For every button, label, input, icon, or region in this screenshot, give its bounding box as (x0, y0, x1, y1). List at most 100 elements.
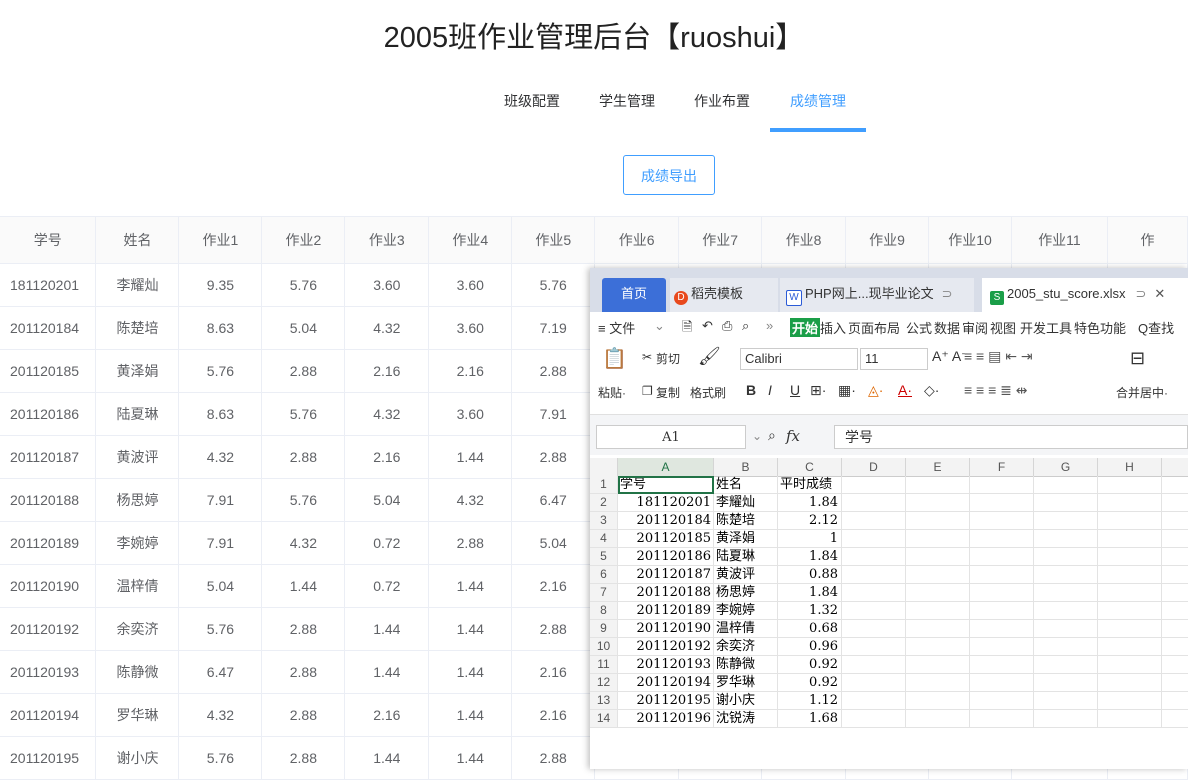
select-all-corner[interactable] (590, 458, 618, 476)
row-number[interactable]: 1 (590, 476, 618, 493)
border-icon[interactable]: ⊞· (810, 382, 826, 399)
sheet-cell[interactable]: 李婉婷 (714, 602, 778, 619)
tab-class-config[interactable]: 班级配置 (503, 90, 561, 130)
sheet-cell[interactable]: 1.84 (778, 494, 842, 511)
column-header-g[interactable]: G (1034, 458, 1098, 476)
column-header-e[interactable]: E (906, 458, 970, 476)
sheet-cell[interactable] (906, 494, 970, 511)
sheet-cell[interactable] (906, 638, 970, 655)
align-horizontal-icons[interactable]: ≡ ≡ ≡ ≣ ⇹ (964, 382, 1028, 399)
sheet-cell[interactable] (842, 530, 906, 547)
cut-button[interactable]: 剪切 (656, 350, 680, 367)
file-menu[interactable]: ≡ 文件 (598, 318, 635, 337)
sheet-cell[interactable]: 201120186 (618, 548, 714, 565)
sheet-cell[interactable] (906, 530, 970, 547)
sheet-cell[interactable]: 1.68 (778, 710, 842, 727)
ribbon-tab-start[interactable]: 开始 (790, 318, 821, 337)
sheet-cell[interactable] (906, 566, 970, 583)
sheet-cell[interactable] (1098, 674, 1162, 691)
sheet-cell[interactable] (842, 692, 906, 709)
sheet-cell[interactable]: 余奕济 (714, 638, 778, 655)
row-number[interactable]: 4 (590, 530, 618, 547)
sheet-cell[interactable]: 201120188 (618, 584, 714, 601)
sheet-cell[interactable] (1034, 638, 1098, 655)
sheet-cell[interactable] (970, 512, 1034, 529)
sheet-cell[interactable]: 201120195 (618, 692, 714, 709)
sheet-cell[interactable] (906, 584, 970, 601)
sheet-cell[interactable] (970, 692, 1034, 709)
row-number[interactable]: 9 (590, 620, 618, 637)
sheet-cell[interactable] (842, 656, 906, 673)
sheet-cell[interactable]: 罗华琳 (714, 674, 778, 691)
wps-tab-home[interactable]: 首页 (602, 278, 666, 312)
sheet-cell[interactable] (842, 602, 906, 619)
sheet-cell[interactable] (842, 566, 906, 583)
sheet-cell[interactable] (842, 674, 906, 691)
row-number[interactable]: 13 (590, 692, 618, 709)
sheet-cell[interactable] (1098, 566, 1162, 583)
underline-icon[interactable]: U (790, 382, 800, 398)
sheet-cell[interactable] (1034, 494, 1098, 511)
zoom-function-icon[interactable]: ⌕ (768, 427, 776, 444)
highlight-icon[interactable]: ◬· (868, 382, 883, 399)
sheet-cell[interactable] (1034, 566, 1098, 583)
sheet-cell[interactable] (906, 512, 970, 529)
preview-icon[interactable]: ⌕ (742, 318, 749, 334)
sheet-cell[interactable]: 0.96 (778, 638, 842, 655)
sheet-cell[interactable] (1098, 584, 1162, 601)
column-header-a[interactable]: A (618, 458, 714, 476)
sheet-cell[interactable] (970, 602, 1034, 619)
sheet-cell[interactable] (906, 692, 970, 709)
bold-icon[interactable]: B (746, 382, 756, 398)
sheet-cell[interactable]: 1.84 (778, 548, 842, 565)
sheet-cell[interactable]: 201120190 (618, 620, 714, 637)
sheet-cell[interactable]: 201120189 (618, 602, 714, 619)
sheet-cell[interactable] (842, 584, 906, 601)
row-number[interactable]: 12 (590, 674, 618, 691)
sheet-cell[interactable]: 1.84 (778, 584, 842, 601)
sheet-cell[interactable]: 1.32 (778, 602, 842, 619)
sheet-cell[interactable] (842, 710, 906, 727)
sheet-cell[interactable] (1098, 692, 1162, 709)
tab-grade-management[interactable]: 成绩管理 (789, 90, 847, 130)
sheet-cell[interactable] (906, 602, 970, 619)
sheet-cell[interactable]: 1 (778, 530, 842, 547)
sheet-cell[interactable]: 0.92 (778, 656, 842, 673)
sheet-cell[interactable] (970, 530, 1034, 547)
tab-homework-assign[interactable]: 作业布置 (693, 90, 751, 130)
sheet-cell[interactable] (1034, 602, 1098, 619)
sheet-cell[interactable] (842, 638, 906, 655)
sheet-cell[interactable]: 陆夏琳 (714, 548, 778, 565)
sheet-cell[interactable] (1098, 494, 1162, 511)
sheet-cell[interactable] (1098, 530, 1162, 547)
sheet-cell[interactable]: 181120201 (618, 494, 714, 511)
search-button[interactable]: Q查找 (1138, 318, 1174, 337)
wps-tab-sheet[interactable]: S 2005_stu_score.xlsx ⊃ ✕ (982, 278, 1188, 312)
paste-icon[interactable]: 📋 (602, 346, 627, 371)
sheet-cell[interactable] (1098, 602, 1162, 619)
sheet-cell[interactable]: 2.12 (778, 512, 842, 529)
ribbon-tab-insert[interactable]: 插入 (820, 318, 846, 337)
sheet-cell[interactable]: 201120192 (618, 638, 714, 655)
sheet-cell[interactable]: 1.12 (778, 692, 842, 709)
sheet-cell[interactable]: 201120193 (618, 656, 714, 673)
pin-icon[interactable]: ⊃ (942, 286, 953, 301)
sheet-cell[interactable]: 黄波评 (714, 566, 778, 583)
sheet-cell[interactable] (842, 512, 906, 529)
sheet-cell[interactable] (1034, 710, 1098, 727)
sheet-cell[interactable] (970, 584, 1034, 601)
ribbon-tab-special[interactable]: 特色功能 (1074, 318, 1126, 337)
sheet-cell[interactable]: 陈静微 (714, 656, 778, 673)
close-icon[interactable]: ✕ (1154, 286, 1165, 301)
sheet-cell[interactable]: 201120187 (618, 566, 714, 583)
column-header-b[interactable]: B (714, 458, 778, 476)
sheet-cell[interactable]: 201120185 (618, 530, 714, 547)
ribbon-tab-data[interactable]: 数据 (934, 318, 960, 337)
fx-icon[interactable]: fx (786, 427, 800, 445)
ribbon-tab-review[interactable]: 审阅 (962, 318, 988, 337)
sheet-cell[interactable] (970, 620, 1034, 637)
row-number[interactable]: 2 (590, 494, 618, 511)
font-size-select[interactable]: 11 (860, 348, 928, 370)
sheet-cell[interactable]: 0.68 (778, 620, 842, 637)
sheet-cell[interactable] (1034, 530, 1098, 547)
